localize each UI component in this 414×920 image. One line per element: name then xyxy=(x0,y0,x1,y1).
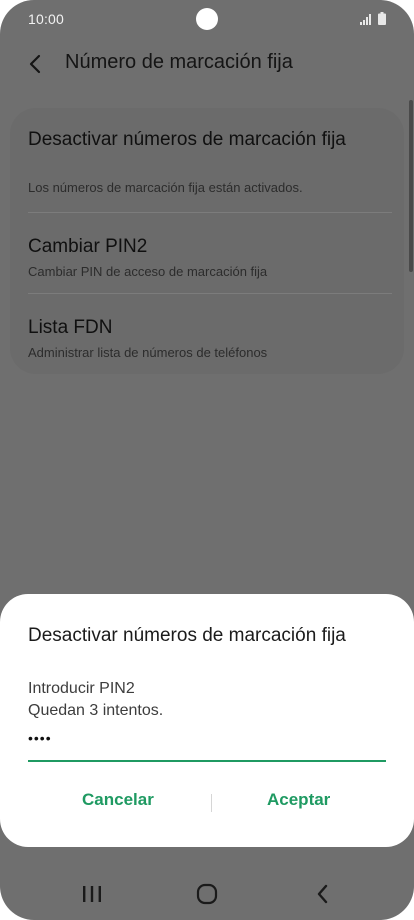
camera-cutout xyxy=(196,8,218,30)
navigation-bar xyxy=(0,866,414,920)
cancel-button[interactable]: Cancelar xyxy=(82,790,154,810)
battery-icon xyxy=(378,12,386,25)
setting-item-change-pin2[interactable]: Cambiar PIN2 Cambiar PIN de acceso de ma… xyxy=(10,213,404,293)
setting-subtitle: Cambiar PIN de acceso de marcación fija xyxy=(28,264,268,279)
status-bar: 10:00 xyxy=(0,0,414,38)
recent-apps-icon[interactable] xyxy=(78,880,106,908)
status-time: 10:00 xyxy=(28,11,65,27)
button-divider xyxy=(211,794,212,812)
dialog-title: Desactivar números de marcación fija xyxy=(28,625,346,646)
setting-title: Desactivar números de marcación fija xyxy=(28,129,346,150)
app-bar: Número de marcación fija xyxy=(0,40,414,86)
phone-screen: 10:00 Número de marcación fija Desactiva… xyxy=(0,0,414,920)
home-icon[interactable] xyxy=(193,880,221,908)
back-icon[interactable] xyxy=(309,880,337,908)
status-icons xyxy=(360,12,386,25)
pin-prompt: Introducir PIN2 xyxy=(28,680,135,697)
back-arrow-icon[interactable] xyxy=(22,50,50,78)
pin-masked-value: •••• xyxy=(28,730,52,746)
setting-subtitle: Administrar lista de números de teléfono… xyxy=(28,345,268,360)
setting-title: Cambiar PIN2 xyxy=(28,236,148,257)
attempts-remaining: Quedan 3 intentos. xyxy=(28,702,164,719)
page-title: Número de marcación fija xyxy=(65,51,293,73)
settings-card: Desactivar números de marcación fija Los… xyxy=(10,108,404,374)
setting-item-disable-fdn[interactable]: Desactivar números de marcación fija Los… xyxy=(10,108,404,210)
setting-title: Lista FDN xyxy=(28,317,113,338)
accept-button[interactable]: Aceptar xyxy=(267,790,330,810)
pin2-dialog: Desactivar números de marcación fija Int… xyxy=(0,594,414,847)
scrollbar[interactable] xyxy=(409,100,413,272)
setting-subtitle: Los números de marcación fija están acti… xyxy=(28,180,303,195)
pin2-input[interactable]: •••• xyxy=(28,728,386,762)
setting-item-fdn-list[interactable]: Lista FDN Administrar lista de números d… xyxy=(10,294,404,374)
signal-icon xyxy=(360,14,371,25)
